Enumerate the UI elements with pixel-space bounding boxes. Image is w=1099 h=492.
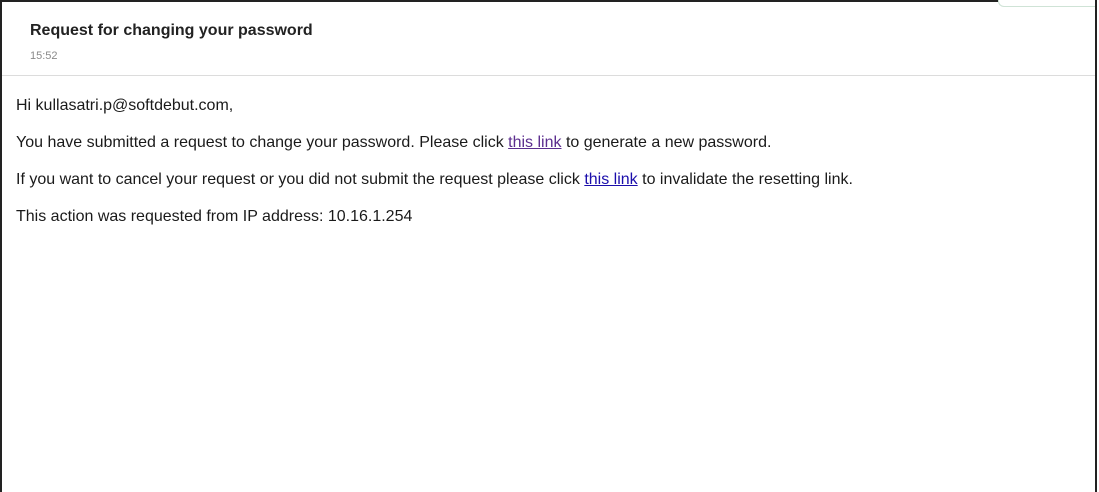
generate-password-link[interactable]: this link — [508, 134, 561, 151]
paragraph-generate-password: You have submitted a request to change y… — [16, 133, 1085, 153]
email-view: Request for changing your password 15:52… — [0, 0, 1097, 492]
paragraph1-text-after: to generate a new password. — [561, 134, 772, 151]
paragraph1-text-before: You have submitted a request to change y… — [16, 134, 509, 151]
email-subject: Request for changing your password — [30, 22, 313, 39]
email-body: Hi kullasatri.p@softdebut.com, You have … — [16, 96, 1085, 244]
paragraph2-text-before: If you want to cancel your request or yo… — [16, 171, 585, 188]
invalidate-reset-link[interactable]: this link — [584, 171, 637, 188]
paragraph-cancel-request: If you want to cancel your request or yo… — [16, 170, 1085, 190]
email-header: Request for changing your password 15:52 — [2, 2, 1095, 76]
email-time: 15:52 — [30, 50, 58, 62]
ip-address-line: This action was requested from IP addres… — [16, 208, 413, 225]
paragraph2-text-after: to invalidate the resetting link. — [637, 171, 853, 188]
greeting: Hi kullasatri.p@softdebut.com, — [16, 97, 234, 114]
